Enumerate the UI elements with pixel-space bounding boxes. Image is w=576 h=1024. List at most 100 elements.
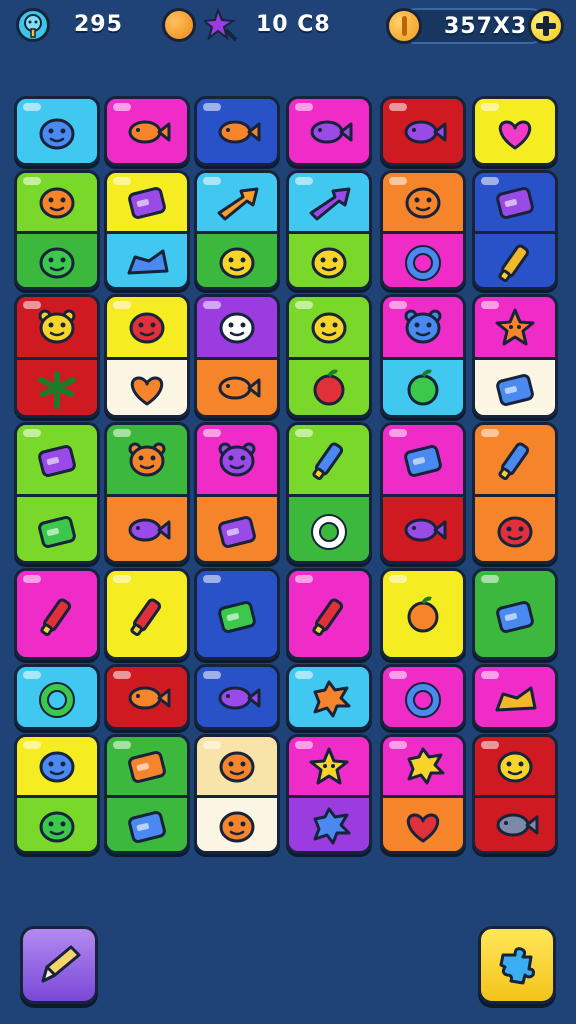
orange-fish-icon xyxy=(128,120,171,144)
green-palm-icon xyxy=(38,371,76,409)
game-tile[interactable] xyxy=(286,294,372,418)
game-tile[interactable] xyxy=(286,568,372,660)
orange-candy-icon xyxy=(128,751,166,783)
game-tile[interactable] xyxy=(286,734,372,854)
game-tile[interactable] xyxy=(380,422,466,564)
orange-blob-creature-icon xyxy=(219,811,255,843)
game-tile[interactable] xyxy=(194,294,280,418)
orange-star-creature-icon xyxy=(495,308,535,346)
yellow-blob-creature-icon xyxy=(311,247,347,279)
game-tile[interactable] xyxy=(104,96,190,166)
game-tile[interactable] xyxy=(14,664,100,730)
purple-fish-icon xyxy=(404,518,447,541)
game-tile[interactable] xyxy=(286,96,372,166)
yellow-star-icon xyxy=(309,747,349,785)
game-tile[interactable] xyxy=(14,568,100,660)
pencil-button[interactable] xyxy=(20,926,98,1004)
game-tile[interactable] xyxy=(472,96,558,166)
game-tile[interactable] xyxy=(472,294,558,418)
tile-divider xyxy=(475,795,555,798)
tile-shine xyxy=(203,575,221,583)
tile-shine xyxy=(113,429,131,437)
game-tile[interactable] xyxy=(380,170,466,290)
tile-shine xyxy=(389,575,407,583)
magenta-heart-icon xyxy=(498,120,532,150)
blue-box-icon xyxy=(496,374,534,406)
tile-divider xyxy=(17,231,97,234)
purple-candy-icon xyxy=(128,187,166,219)
game-tile[interactable] xyxy=(14,96,100,166)
puzzle-button[interactable] xyxy=(478,926,556,1004)
game-tile[interactable] xyxy=(104,170,190,290)
coin-icon xyxy=(386,8,422,44)
game-tile[interactable] xyxy=(104,294,190,418)
game-tile[interactable] xyxy=(472,664,558,730)
tile-shine xyxy=(389,301,407,309)
tile-divider xyxy=(383,231,463,234)
game-tile[interactable] xyxy=(14,170,100,290)
game-tile[interactable] xyxy=(104,422,190,564)
tile-shine xyxy=(203,429,221,437)
tile-shine xyxy=(203,103,221,111)
game-tile[interactable] xyxy=(380,568,466,660)
blue-bottle-icon xyxy=(312,442,344,480)
red-crayon-icon xyxy=(312,598,344,637)
game-tile[interactable] xyxy=(286,664,372,730)
game-tile[interactable] xyxy=(380,734,466,854)
purple-machine-icon xyxy=(38,444,76,477)
green-battery-icon xyxy=(218,601,256,633)
blue-ring-icon xyxy=(405,682,441,718)
tile-shine xyxy=(23,301,41,309)
game-tile[interactable] xyxy=(472,170,558,290)
tile-divider xyxy=(107,231,187,234)
tile-shine xyxy=(23,671,41,679)
game-tile[interactable] xyxy=(194,422,280,564)
game-tile[interactable] xyxy=(194,568,280,660)
game-tile[interactable] xyxy=(14,422,100,564)
game-tile[interactable] xyxy=(380,96,466,166)
game-tile[interactable] xyxy=(194,734,280,854)
add-coins-button[interactable] xyxy=(528,8,564,44)
tile-divider xyxy=(289,494,369,497)
game-tile[interactable] xyxy=(194,170,280,290)
orange-splat-icon xyxy=(313,680,351,718)
game-tile[interactable] xyxy=(104,568,190,660)
yellow-blob-creature-icon xyxy=(497,751,533,783)
top-hud: 295 10 C8 357X3 xyxy=(0,0,576,56)
tile-shine xyxy=(295,671,313,679)
game-tile[interactable] xyxy=(104,734,190,854)
tile-shine xyxy=(295,575,313,583)
tile-shine xyxy=(295,741,313,749)
game-tile[interactable] xyxy=(286,170,372,290)
tile-divider xyxy=(17,357,97,360)
tile-divider xyxy=(475,494,555,497)
green-ring-icon xyxy=(39,682,75,718)
purple-fish-icon xyxy=(310,120,353,144)
purple-camera-icon xyxy=(218,515,256,548)
game-tile[interactable] xyxy=(472,422,558,564)
tile-shine xyxy=(295,103,313,111)
tile-shine xyxy=(481,429,499,437)
blue-cat-face-icon xyxy=(404,309,442,344)
game-tile[interactable] xyxy=(472,734,558,854)
purple-fish-icon xyxy=(218,686,261,710)
game-tile[interactable] xyxy=(14,294,100,418)
game-tile[interactable] xyxy=(286,422,372,564)
white-cloud-creature-icon xyxy=(219,312,255,344)
orange-blob-creature-icon xyxy=(405,187,441,219)
gray-fish-icon xyxy=(496,813,539,837)
red-apple-icon xyxy=(313,369,345,406)
game-tile[interactable] xyxy=(194,96,280,166)
yellow-goblin-face-icon xyxy=(219,247,255,279)
game-tile[interactable] xyxy=(104,664,190,730)
tile-shine xyxy=(389,741,407,749)
game-tile[interactable] xyxy=(194,664,280,730)
green-basket-icon xyxy=(38,515,76,548)
game-tile[interactable] xyxy=(14,734,100,854)
game-tile[interactable] xyxy=(380,294,466,418)
tile-divider xyxy=(475,357,555,360)
game-tile[interactable] xyxy=(380,664,466,730)
blue-bandage-icon xyxy=(404,444,442,477)
game-tile[interactable] xyxy=(472,568,558,660)
puzzle-piece-icon xyxy=(499,947,535,985)
